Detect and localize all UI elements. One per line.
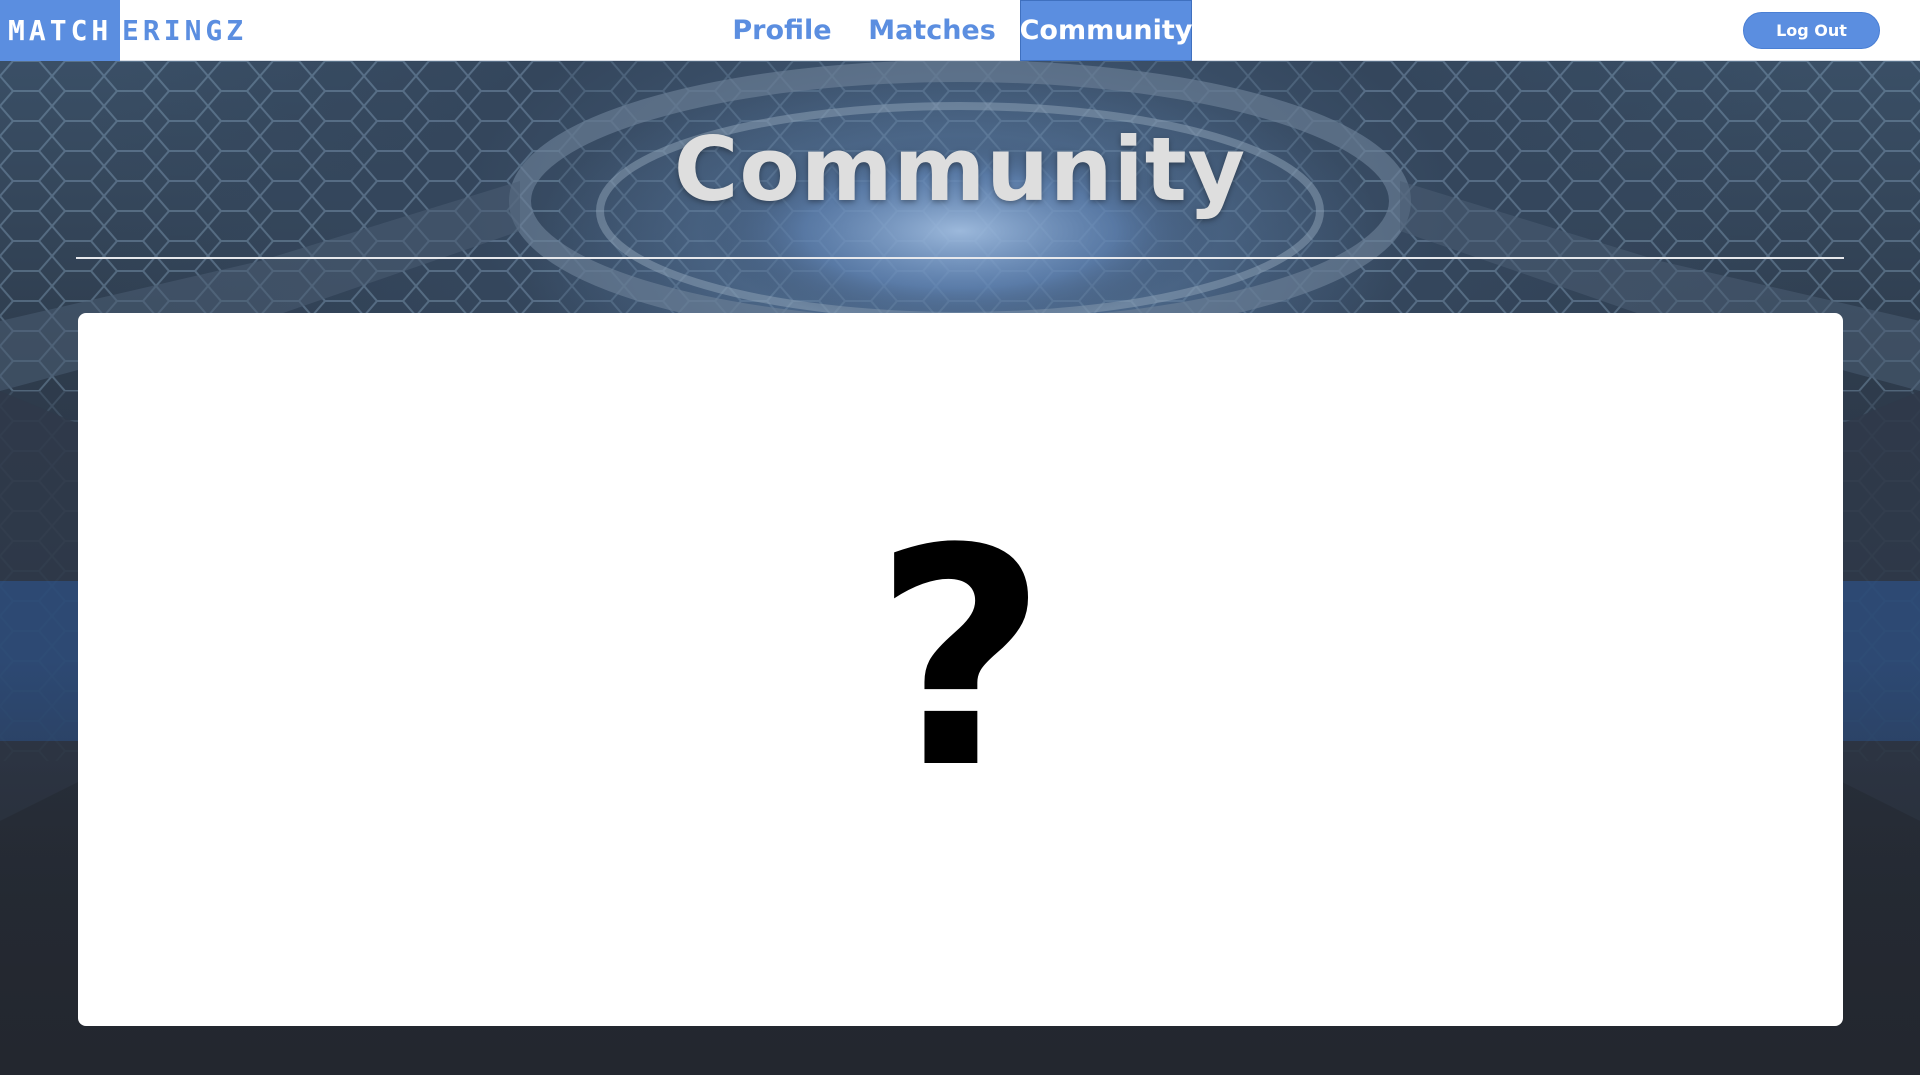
brand-logo-rest: ERINGZ <box>122 14 248 47</box>
community-panel: ? <box>78 313 1843 1026</box>
main-nav: Profile Matches Community <box>720 0 1192 61</box>
log-out-button[interactable]: Log Out <box>1743 12 1880 49</box>
top-navbar: MATCH ERINGZ Profile Matches Community L… <box>0 0 1920 61</box>
page-title: Community <box>673 118 1247 221</box>
question-mark-placeholder: ? <box>873 484 1048 834</box>
brand-logo-highlight: MATCH <box>0 0 120 61</box>
nav-link-matches[interactable]: Matches <box>862 0 1002 61</box>
nav-link-community[interactable]: Community <box>1020 0 1192 61</box>
nav-link-profile[interactable]: Profile <box>720 0 844 61</box>
title-divider <box>76 257 1844 259</box>
brand-logo[interactable]: MATCH ERINGZ <box>0 0 247 61</box>
